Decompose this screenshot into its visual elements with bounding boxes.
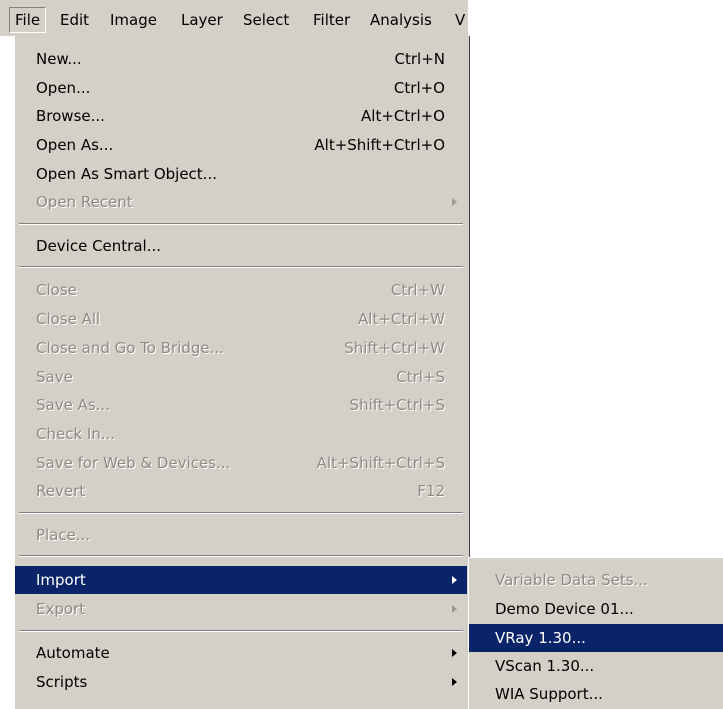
menu-view-partial[interactable]: V bbox=[450, 8, 470, 32]
submenu-arrow-icon bbox=[452, 198, 457, 206]
menu-edit[interactable]: Edit bbox=[55, 8, 94, 32]
menu-file[interactable]: File bbox=[9, 7, 47, 33]
shortcut-label: Ctrl+N bbox=[394, 50, 445, 68]
menu-item-label: Save bbox=[36, 368, 73, 386]
submenu-arrow-icon bbox=[452, 649, 457, 657]
shortcut-label: Ctrl+W bbox=[390, 281, 445, 299]
submenu-arrow-icon bbox=[452, 576, 457, 584]
menu-item-automate[interactable]: Automate bbox=[15, 639, 467, 667]
menu-item-label: Check In... bbox=[36, 425, 116, 443]
menu-item-label: Import bbox=[36, 571, 86, 589]
shortcut-label: Alt+Shift+Ctrl+O bbox=[314, 136, 445, 154]
menu-item-open-recent: Open Recent bbox=[15, 188, 467, 216]
submenu-item-wia-support[interactable]: WIA Support... bbox=[469, 680, 723, 708]
menu-item-label: Automate bbox=[36, 644, 110, 662]
shortcut-label: Shift+Ctrl+S bbox=[349, 396, 445, 414]
shortcut-label: Alt+Shift+Ctrl+S bbox=[316, 454, 445, 472]
menu-item-label: Open... bbox=[36, 79, 91, 97]
shortcut-label: Ctrl+O bbox=[393, 79, 445, 97]
menu-filter[interactable]: Filter bbox=[308, 8, 355, 32]
menu-item-open[interactable]: Open... Ctrl+O bbox=[15, 74, 467, 102]
menu-item-device-central[interactable]: Device Central... bbox=[15, 232, 467, 260]
menu-item-import[interactable]: Import bbox=[15, 566, 467, 594]
shortcut-label: Alt+Ctrl+W bbox=[358, 310, 445, 328]
menu-item-close-and-go-to-bridge: Close and Go To Bridge... Shift+Ctrl+W bbox=[15, 334, 467, 362]
shortcut-label: Alt+Ctrl+O bbox=[361, 107, 445, 125]
menu-item-scripts[interactable]: Scripts bbox=[15, 668, 467, 696]
menu-item-label: Close and Go To Bridge... bbox=[36, 339, 224, 357]
menu-item-label: Save for Web & Devices... bbox=[36, 454, 231, 472]
submenu-item-variable-data-sets: Variable Data Sets... bbox=[469, 566, 723, 594]
menu-bar: File Edit Image Layer Select Filter Anal… bbox=[0, 0, 468, 36]
menu-item-open-as[interactable]: Open As... Alt+Shift+Ctrl+O bbox=[15, 131, 467, 159]
menu-item-label: VRay 1.30... bbox=[495, 629, 586, 647]
menu-item-close-all: Close All Alt+Ctrl+W bbox=[15, 305, 467, 333]
menu-analysis[interactable]: Analysis bbox=[365, 8, 437, 32]
menu-item-save: Save Ctrl+S bbox=[15, 363, 467, 391]
shortcut-label: Shift+Ctrl+W bbox=[344, 339, 445, 357]
menu-item-label: Close All bbox=[36, 310, 101, 328]
menu-item-save-as: Save As... Shift+Ctrl+S bbox=[15, 391, 467, 419]
menu-item-export: Export bbox=[15, 595, 467, 623]
menu-separator bbox=[19, 630, 463, 632]
menu-separator bbox=[19, 266, 463, 268]
submenu-arrow-icon bbox=[452, 605, 457, 613]
submenu-item-vray[interactable]: VRay 1.30... bbox=[469, 624, 723, 652]
menu-item-label: New... bbox=[36, 50, 82, 68]
menu-item-label: Device Central... bbox=[36, 237, 161, 255]
menu-item-new[interactable]: New... Ctrl+N bbox=[15, 45, 467, 73]
menu-layer[interactable]: Layer bbox=[176, 8, 228, 32]
submenu-item-vscan[interactable]: VScan 1.30... bbox=[469, 652, 723, 680]
menu-item-revert: Revert F12 bbox=[15, 477, 467, 505]
menu-item-label: Place... bbox=[36, 526, 91, 544]
menu-item-label: Demo Device 01... bbox=[495, 600, 634, 618]
menu-item-label: Close bbox=[36, 281, 77, 299]
menu-item-label: Scripts bbox=[36, 673, 88, 691]
menu-item-label: Save As... bbox=[36, 396, 110, 414]
menu-item-label: Open As Smart Object... bbox=[36, 165, 217, 183]
menu-item-label: WIA Support... bbox=[495, 685, 603, 703]
menu-item-browse[interactable]: Browse... Alt+Ctrl+O bbox=[15, 102, 467, 130]
menu-item-label: Revert bbox=[36, 482, 86, 500]
menu-separator bbox=[19, 223, 463, 225]
menu-item-place: Place... bbox=[15, 521, 467, 549]
shortcut-label: Ctrl+S bbox=[396, 368, 445, 386]
submenu-item-demo-device[interactable]: Demo Device 01... bbox=[469, 595, 723, 623]
menu-image[interactable]: Image bbox=[105, 8, 162, 32]
menu-item-label: Variable Data Sets... bbox=[495, 571, 648, 589]
menu-item-check-in: Check In... bbox=[15, 420, 467, 448]
menu-select[interactable]: Select bbox=[238, 8, 294, 32]
menu-item-save-for-web: Save for Web & Devices... Alt+Shift+Ctrl… bbox=[15, 449, 467, 477]
menu-item-label: VScan 1.30... bbox=[495, 657, 595, 675]
menu-item-open-as-smart-object[interactable]: Open As Smart Object... bbox=[15, 160, 467, 188]
menu-item-label: Open Recent bbox=[36, 193, 133, 211]
menu-separator bbox=[19, 555, 463, 557]
file-menu: New... Ctrl+N Open... Ctrl+O Browse... A… bbox=[14, 36, 470, 709]
submenu-arrow-icon bbox=[452, 678, 457, 686]
menu-item-label: Export bbox=[36, 600, 86, 618]
shortcut-label: F12 bbox=[417, 482, 445, 500]
menu-item-label: Open As... bbox=[36, 136, 114, 154]
import-submenu: Variable Data Sets... Demo Device 01... … bbox=[468, 557, 723, 709]
menu-separator bbox=[19, 512, 463, 514]
menu-item-close: Close Ctrl+W bbox=[15, 276, 467, 304]
menu-item-label: Browse... bbox=[36, 107, 105, 125]
